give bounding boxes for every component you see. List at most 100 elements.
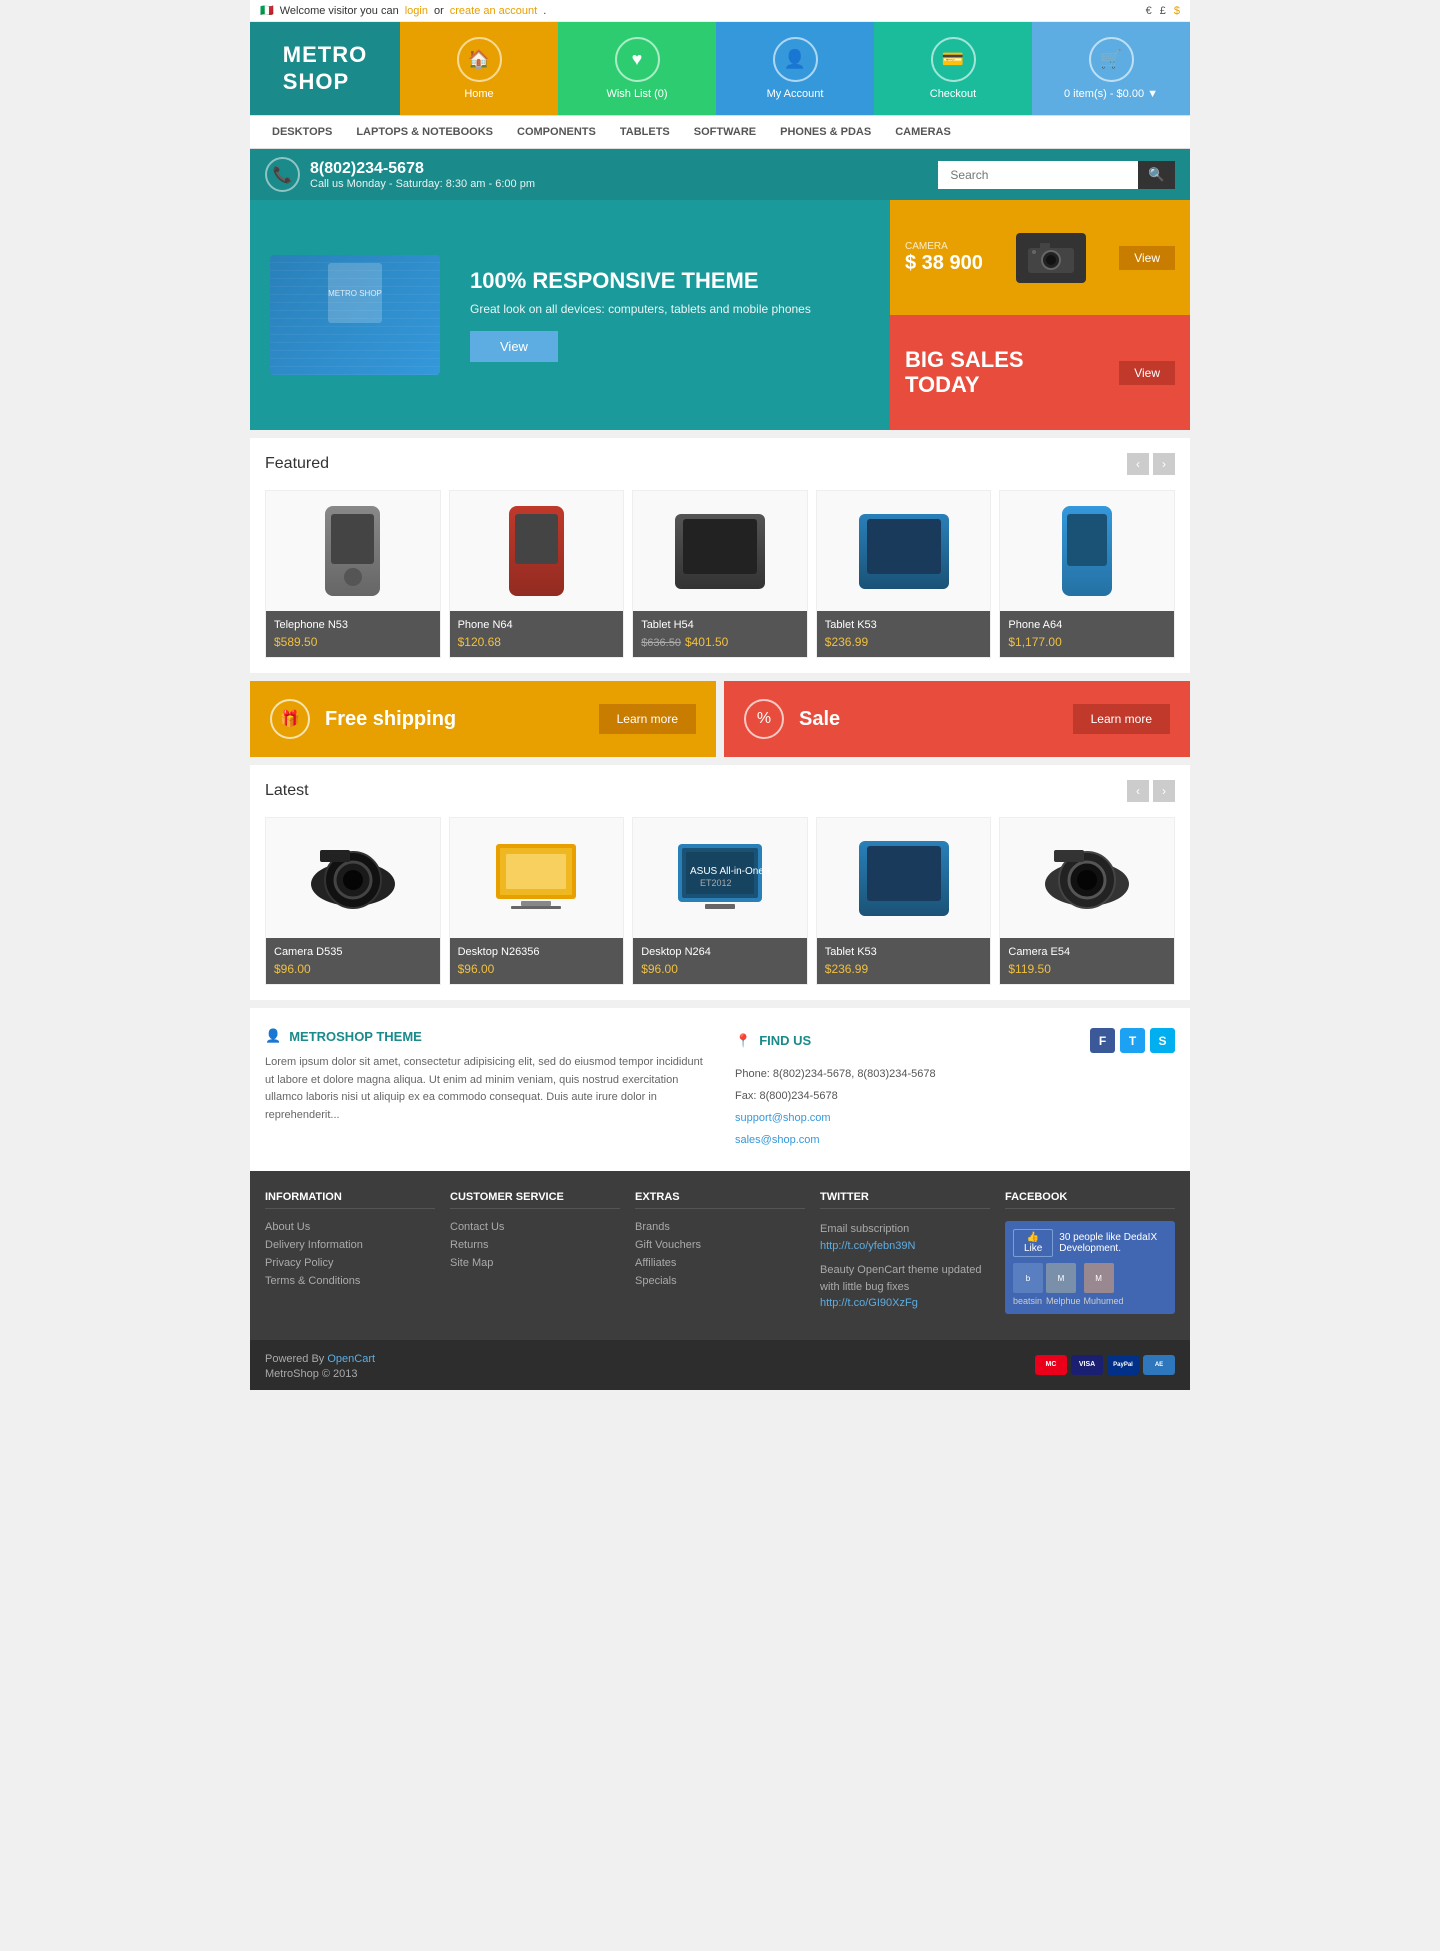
footer-contact-us[interactable]: Contact Us: [450, 1221, 620, 1233]
phone-number: 8(802)234-5678: [310, 160, 535, 178]
footer-delivery[interactable]: Delivery Information: [265, 1239, 435, 1251]
free-shipping-btn[interactable]: Learn more: [599, 704, 696, 734]
footer-findus-title: FIND US: [759, 1033, 811, 1048]
nav-checkout[interactable]: 💳 Checkout: [874, 22, 1032, 115]
product-info-d535: Camera D535 $96.00: [266, 938, 440, 984]
product-tablet-h54[interactable]: Tablet H54 $636.50$401.50: [632, 490, 808, 658]
facebook-social-icon[interactable]: f: [1090, 1028, 1115, 1053]
fb-avatar-name-3: Muhumed: [1084, 1296, 1124, 1306]
nav-checkout-label: Checkout: [930, 88, 976, 100]
create-account-link[interactable]: create an account: [450, 5, 537, 17]
latest-next-arrow[interactable]: ›: [1153, 780, 1175, 802]
product-price-k53-latest: $236.99: [825, 962, 983, 976]
nav-home[interactable]: 🏠 Home: [400, 22, 558, 115]
latest-title: Latest: [265, 782, 309, 800]
percent-icon: %: [744, 699, 784, 739]
featured-next-arrow[interactable]: ›: [1153, 453, 1175, 475]
footer-terms[interactable]: Terms & Conditions: [265, 1275, 435, 1287]
footer-specials[interactable]: Specials: [635, 1275, 805, 1287]
nav-software[interactable]: Software: [682, 116, 768, 148]
nav-cart[interactable]: 🛒 0 item(s) - $0.00 ▼: [1032, 22, 1190, 115]
contact-bar: 📞 8(802)234-5678 Call us Monday - Saturd…: [250, 149, 1190, 200]
product-image-d535: [266, 818, 440, 938]
footer-gift-vouchers[interactable]: Gift Vouchers: [635, 1239, 805, 1251]
fb-like-bar: 👍 Like 30 people like DedaIX Development…: [1013, 1229, 1167, 1257]
nav-account[interactable]: 👤 My Account: [716, 22, 874, 115]
footer-privacy[interactable]: Privacy Policy: [265, 1257, 435, 1269]
footer-sitemap[interactable]: Site Map: [450, 1257, 620, 1269]
footer-returns[interactable]: Returns: [450, 1239, 620, 1251]
checkout-icon: 💳: [931, 37, 976, 82]
product-camera-d535[interactable]: Camera D535 $96.00: [265, 817, 441, 985]
device-mockup: METRO SHOP: [270, 255, 440, 375]
product-image-k53-latest: [817, 818, 991, 938]
currency-gbp[interactable]: £: [1160, 5, 1166, 17]
footer-affiliates[interactable]: Affiliates: [635, 1257, 805, 1269]
footer-email2[interactable]: sales@shop.com: [735, 1129, 1175, 1151]
product-phone-n64[interactable]: Phone N64 $120.68: [449, 490, 625, 658]
twitter-link-2[interactable]: http://t.co/GI90XzFg: [820, 1295, 990, 1312]
hero-main: METRO SHOP 100% RESPONSIVE THEME Great l…: [250, 200, 890, 430]
product-phone-a64[interactable]: Phone A64 $1,177.00: [999, 490, 1175, 658]
product-telephone-n53[interactable]: Telephone N53 $589.50: [265, 490, 441, 658]
search-input[interactable]: [938, 161, 1138, 189]
featured-nav-arrows: ‹ ›: [1127, 453, 1175, 475]
footer-customer-service: CUSTOMER SERVICE Contact Us Returns Site…: [450, 1191, 620, 1320]
product-price-a64: $1,177.00: [1008, 635, 1166, 649]
twitter-link-1[interactable]: http://t.co/yfebn39N: [820, 1238, 990, 1255]
product-desktop-n264[interactable]: ASUS All-in-One PC ET2012 Desktop N264 $…: [632, 817, 808, 985]
product-image-e54: [1000, 818, 1174, 938]
hero-view-button[interactable]: View: [470, 331, 558, 362]
camera-product-icon: [1016, 233, 1086, 283]
product-desktop-n26356[interactable]: Desktop N26356 $96.00: [449, 817, 625, 985]
footer-about-us[interactable]: About Us: [265, 1221, 435, 1233]
payment-icons: MC VISA PayPal AE: [1035, 1355, 1175, 1375]
footer-information: INFORMATION About Us Delivery Informatio…: [265, 1191, 435, 1320]
facebook-widget: 👍 Like 30 people like DedaIX Development…: [1005, 1221, 1175, 1314]
top-bar-left: 🇮🇹 Welcome visitor you can login or crea…: [260, 4, 546, 17]
twitter-social-icon[interactable]: t: [1120, 1028, 1145, 1053]
camera-view-button[interactable]: View: [1119, 246, 1175, 270]
hero-subtitle: Great look on all devices: computers, ta…: [470, 302, 811, 316]
nav-cameras[interactable]: Cameras: [883, 116, 963, 148]
nav-wishlist[interactable]: ♥ Wish List (0): [558, 22, 716, 115]
nav-laptops[interactable]: Laptops & Notebooks: [344, 116, 505, 148]
footer-extras: EXTRAS Brands Gift Vouchers Affiliates S…: [635, 1191, 805, 1320]
product-tablet-k53-latest[interactable]: Tablet K53 $236.99: [816, 817, 992, 985]
svg-text:ASUS All-in-One PC: ASUS All-in-One PC: [690, 866, 770, 877]
sale-line1: BIG SALES: [905, 348, 1024, 372]
sale-text: BIG SALES TODAY: [905, 348, 1024, 396]
nav-components[interactable]: Components: [505, 116, 608, 148]
skype-social-icon[interactable]: s: [1150, 1028, 1175, 1053]
currency-usd[interactable]: $: [1174, 5, 1180, 17]
login-link[interactable]: login: [405, 5, 428, 17]
footer-email1[interactable]: support@shop.com: [735, 1107, 1175, 1129]
product-tablet-k53[interactable]: Tablet K53 $236.99: [816, 490, 992, 658]
latest-prev-arrow[interactable]: ‹: [1127, 780, 1149, 802]
nav-tablets[interactable]: Tablets: [608, 116, 682, 148]
fb-like-count: 30 people like DedaIX Development.: [1059, 1232, 1167, 1254]
sale-view-button[interactable]: View: [1119, 361, 1175, 385]
opencart-link[interactable]: OpenCart: [327, 1353, 375, 1365]
currency-eur[interactable]: €: [1146, 5, 1152, 17]
search-button[interactable]: 🔍: [1138, 161, 1175, 189]
header: METRO SHOP 🏠 Home ♥ Wish List (0) 👤 My A…: [250, 22, 1190, 115]
product-info-e54: Camera E54 $119.50: [1000, 938, 1174, 984]
product-image-n64: [450, 491, 624, 611]
product-camera-e54[interactable]: Camera E54 $119.50: [999, 817, 1175, 985]
product-name-k53: Tablet K53: [825, 619, 983, 631]
nav-phones[interactable]: Phones & PDAs: [768, 116, 883, 148]
promo-banners: 🎁 Free shipping Learn more % Sale Learn …: [250, 681, 1190, 757]
free-shipping-banner: 🎁 Free shipping Learn more: [250, 681, 716, 757]
hero-sale-panel: BIG SALES TODAY View: [890, 315, 1190, 430]
product-price-h54: $636.50$401.50: [641, 635, 799, 649]
fb-like-button[interactable]: 👍 Like: [1013, 1229, 1053, 1257]
logo[interactable]: METRO SHOP: [250, 22, 400, 115]
sale-learn-more-btn[interactable]: Learn more: [1073, 704, 1170, 734]
featured-prev-arrow[interactable]: ‹: [1127, 453, 1149, 475]
findus-icon: 📍: [735, 1033, 751, 1049]
footer-brands[interactable]: Brands: [635, 1221, 805, 1233]
product-name-n53: Telephone N53: [274, 619, 432, 631]
nav-desktops[interactable]: Desktops: [260, 116, 344, 148]
welcome-text: Welcome visitor you can: [280, 5, 399, 17]
